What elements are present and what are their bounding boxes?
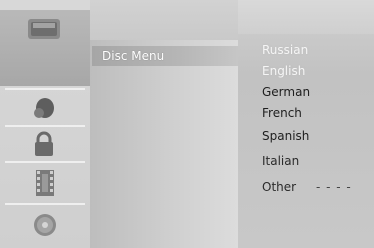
lock-icon[interactable] — [18, 129, 70, 159]
option-italian[interactable]: Italian — [262, 153, 299, 169]
option-english[interactable]: English — [262, 63, 305, 79]
option-other[interactable]: Other — [262, 179, 296, 195]
option-russian[interactable]: Russian — [262, 42, 308, 58]
setup-menu-screen: Disc Menu Russian English German French … — [0, 0, 374, 248]
submenu-header — [90, 0, 238, 40]
sidebar-divider — [5, 125, 85, 127]
sidebar-divider — [5, 88, 85, 90]
category-sidebar — [0, 0, 90, 248]
option-german[interactable]: German — [262, 84, 310, 100]
options-header — [238, 0, 374, 34]
option-french[interactable]: French — [262, 105, 302, 121]
sidebar-divider — [5, 161, 85, 163]
menu-item-disc-menu[interactable]: Disc Menu — [92, 46, 238, 66]
disc-setup-icon[interactable] — [18, 14, 70, 44]
sidebar-divider — [5, 203, 85, 205]
other-language-code[interactable]: - - - - — [316, 179, 352, 195]
film-icon[interactable] — [18, 168, 70, 198]
disc-icon[interactable] — [18, 210, 70, 240]
option-spanish[interactable]: Spanish — [262, 128, 309, 144]
language-icon[interactable] — [18, 92, 70, 122]
options-panel — [238, 0, 374, 248]
